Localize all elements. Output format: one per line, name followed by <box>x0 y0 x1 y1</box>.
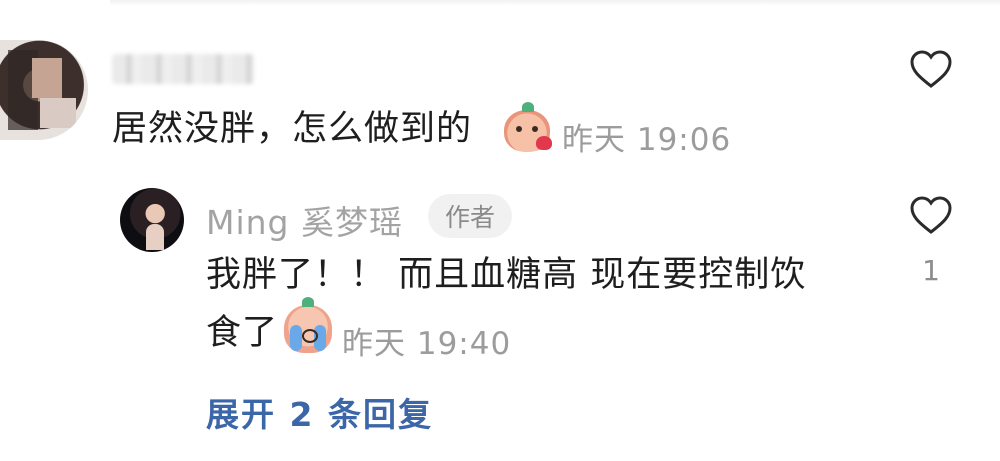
reply-time: 昨天 19:40 <box>342 326 512 362</box>
reply-text-line2: 食了 <box>206 313 279 353</box>
comment-time: 昨天 19:06 <box>562 122 732 158</box>
like-heart-icon[interactable] <box>908 194 954 236</box>
expand-replies-link[interactable]: 展开 2 条回复 <box>206 388 433 436</box>
kiss-emoji-icon <box>504 102 552 152</box>
divider <box>110 0 1000 6</box>
author-name[interactable]: Ming 奚梦瑶 <box>206 196 403 244</box>
reply-like-count: 1 <box>922 254 940 287</box>
comment-text: 居然没胖，怎么做到的 <box>112 109 473 149</box>
commenter-avatar[interactable] <box>0 40 88 140</box>
author-badge: 作者 <box>428 194 512 238</box>
author-avatar[interactable] <box>120 188 184 252</box>
commenter-name-blurred[interactable] <box>112 54 254 84</box>
crying-emoji-icon <box>284 297 332 353</box>
like-heart-icon[interactable] <box>908 48 954 90</box>
reply-text-line1: 我胖了！！ 而且血糖高 现在要控制饮 <box>206 255 807 295</box>
